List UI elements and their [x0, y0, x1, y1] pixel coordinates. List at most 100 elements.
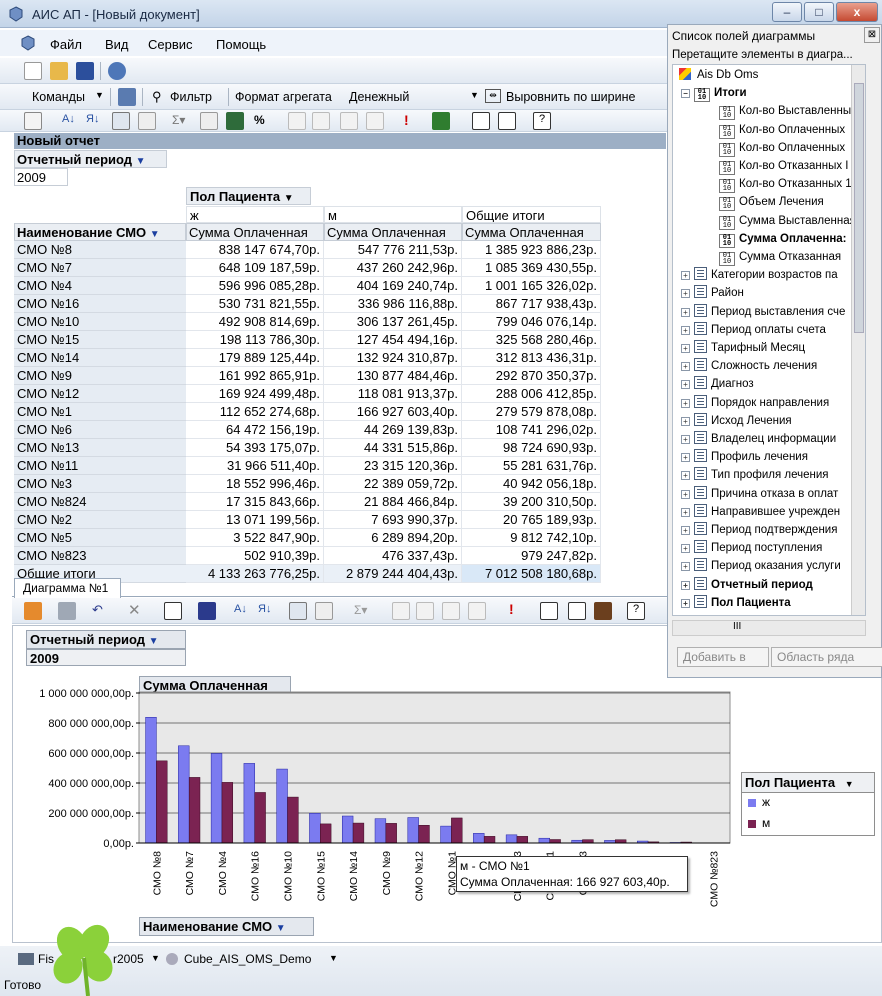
tree-dimension[interactable]: + Период выставления сче — [681, 303, 845, 320]
expand-icon[interactable]: + — [681, 380, 690, 390]
db-icon — [18, 953, 34, 965]
add-to-button[interactable]: Добавить в — [677, 647, 769, 667]
tree-measure[interactable]: 01 10 Сумма Отказанная — [719, 249, 841, 266]
tree-dimension-label: Направившее учрежден — [711, 505, 841, 518]
tree-dimension[interactable]: + Сложность лечения — [681, 358, 817, 374]
expand-icon[interactable]: + — [681, 544, 690, 554]
tree-dimension[interactable]: + Исход Лечения — [681, 412, 792, 429]
legend-title[interactable]: Пол Пациента ▼ — [742, 773, 874, 793]
dimension-icon — [694, 522, 707, 535]
bar-f — [210, 753, 223, 844]
bar-m — [385, 823, 397, 844]
expand-icon[interactable]: + — [681, 453, 690, 463]
tree-measure[interactable]: 01 10 Кол-во Оплаченных — [719, 122, 845, 139]
tree-dimension-label: Тип профиля лечения — [711, 469, 829, 482]
collapse-icon[interactable]: − — [681, 89, 690, 99]
tree-dimension-label: Категории возрастов па — [711, 269, 838, 282]
measure-icon: 01 10 — [719, 142, 735, 157]
tree-dimension[interactable]: + Период поступления — [681, 540, 822, 556]
tree-dimension[interactable]: + Период оплаты счета — [681, 321, 826, 338]
tree-dimension[interactable]: + Владелец информации — [681, 431, 836, 447]
tree-measure[interactable]: 01 10 Объем Лечения — [719, 194, 824, 212]
bar-f — [473, 833, 485, 844]
cube-name[interactable]: Cube_AIS_OMS_Demo — [184, 952, 311, 966]
tree-dimension[interactable]: + Диагноз — [681, 376, 754, 392]
tree-measure-label: Объем Лечения — [739, 196, 824, 209]
panel-close-icon[interactable]: ⊠ — [864, 27, 880, 43]
tree-vscroll-thumb[interactable] — [854, 83, 864, 333]
tree-dimension[interactable]: + Категории возрастов па — [681, 267, 838, 283]
bar-m — [451, 817, 463, 844]
expand-icon[interactable]: + — [681, 562, 690, 572]
legend-swatch-f — [748, 799, 756, 807]
measure-icon: 01 10 — [719, 106, 735, 121]
tree-dimension[interactable]: + Профиль лечения — [681, 449, 808, 465]
tree-dimension-label: Исход Лечения — [711, 414, 792, 427]
field-tree: Ais Db Oms −01 10 Итоги 01 10 Кол-во Выставлен… — [672, 64, 866, 616]
expand-icon[interactable]: + — [681, 271, 690, 281]
expand-icon[interactable]: + — [681, 289, 690, 299]
tree-dimension[interactable]: + Пол Пациента — [681, 594, 791, 611]
cube-icon — [166, 953, 178, 965]
tree-dimension-label: Период оплаты счета — [711, 323, 826, 336]
y-tick-label: 1 000 000 000,00р. — [39, 688, 134, 700]
tree-root[interactable]: Ais Db Oms — [679, 67, 758, 83]
tree-dimension[interactable]: + Порядок направления — [681, 394, 829, 411]
tree-vscrollbar[interactable] — [851, 65, 865, 615]
y-tick-label: 0,00р. — [103, 838, 134, 850]
tree-measure[interactable]: 01 10 Кол-во Отказанных I — [719, 158, 849, 175]
tree-measure[interactable]: 01 10 Кол-во Отказанных 1 — [719, 176, 852, 194]
tree-dimension[interactable]: + Тарифный Месяц — [681, 340, 805, 356]
legend-label-f: ж — [762, 795, 771, 809]
tree-dimension-label: Период подтверждения — [711, 524, 838, 536]
chevron-down-icon[interactable]: ▼ — [276, 923, 286, 934]
area-select[interactable]: Область ряда — [771, 647, 882, 667]
chart-category-field[interactable]: Наименование СМО ▼ — [139, 917, 314, 936]
tree-measures-group[interactable]: −01 10 Итоги — [681, 85, 747, 103]
tree-hscrollbar[interactable]: III — [672, 620, 866, 636]
expand-icon[interactable]: + — [681, 507, 690, 517]
tree-measure-label: Сумма Оплаченна: — [739, 232, 847, 245]
expand-icon[interactable]: + — [681, 325, 690, 335]
tree-dimension[interactable]: + Отчетный период — [681, 576, 813, 593]
tree-dimension[interactable]: + Тип профиля лечения — [681, 467, 829, 483]
y-tick-label: 400 000 000,00р. — [48, 778, 134, 790]
bar-f — [407, 817, 419, 844]
chevron-down-icon[interactable]: ▼ — [845, 779, 854, 789]
tree-measures-group-label: Итоги — [714, 87, 747, 100]
tree-dimension-label: Тарифный Месяц — [711, 342, 806, 354]
bar-m — [221, 782, 234, 844]
tree-dimension[interactable]: + Направившее учрежден — [681, 503, 841, 520]
tree-dimension[interactable]: + Период оказания услуги — [681, 558, 841, 574]
expand-icon[interactable]: + — [681, 398, 690, 408]
tree-dimension[interactable]: + Период подтверждения — [681, 522, 837, 538]
expand-icon[interactable]: + — [681, 580, 690, 590]
expand-icon[interactable]: + — [681, 489, 690, 499]
dimension-icon — [694, 467, 707, 481]
dimension-icon — [694, 594, 707, 608]
expand-icon[interactable]: + — [681, 435, 690, 444]
db-dropdown-icon[interactable]: ▼ — [151, 953, 160, 963]
tree-measure[interactable]: 01 10 Кол-во Выставленны — [719, 103, 851, 121]
y-tick-label: 800 000 000,00р. — [48, 718, 134, 730]
bar-m — [352, 822, 365, 844]
tree-dimension-label: Период поступления — [711, 542, 823, 555]
bar-f — [440, 825, 452, 844]
expand-icon[interactable]: + — [681, 362, 690, 372]
expand-icon[interactable]: + — [681, 471, 690, 481]
tree-measure[interactable]: 01 10 Сумма Выставленная — [719, 213, 856, 230]
tree-dimension-label: Сложность лечения — [711, 360, 818, 373]
expand-icon[interactable]: + — [681, 344, 690, 353]
expand-icon[interactable]: + — [681, 307, 690, 317]
tree-measure[interactable]: 01 10 Сумма Оплаченна: — [719, 231, 847, 248]
tree-measure[interactable]: 01 10 Кол-во Оплаченных — [719, 140, 845, 157]
expand-icon[interactable]: + — [681, 526, 690, 535]
cube-dropdown-icon[interactable]: ▼ — [329, 953, 338, 963]
tree-dimension-label: Период оказания услуги — [711, 560, 841, 573]
tree-dimension[interactable]: + Причина отказа в оплат — [681, 485, 838, 502]
x-tick-label: СМО №8 — [151, 851, 163, 896]
expand-icon[interactable]: + — [681, 416, 690, 426]
measures-group-icon: 01 10 — [694, 88, 710, 103]
tree-dimension[interactable]: + Район — [681, 285, 744, 301]
expand-icon[interactable]: + — [681, 598, 690, 608]
